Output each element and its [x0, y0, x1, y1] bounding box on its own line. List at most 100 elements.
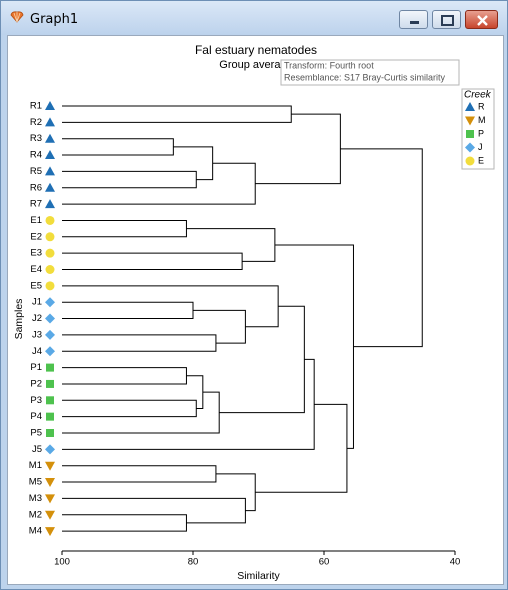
chart-title: Fal estuary nematodes [195, 43, 317, 57]
legend-label: M [478, 115, 486, 125]
sample-marker [45, 510, 55, 520]
sample-marker [46, 396, 54, 405]
sample-label: J2 [32, 313, 42, 324]
dendrogram-branch [186, 228, 276, 262]
dendrogram-branch [62, 170, 197, 189]
sample-marker [45, 346, 55, 357]
sample-label: E4 [30, 264, 42, 275]
sample-label: R6 [30, 182, 42, 193]
sample-label: E3 [30, 248, 42, 259]
dendrogram-branch [186, 375, 204, 409]
legend-marker [465, 156, 475, 166]
dendrogram-branch [62, 497, 246, 524]
maximize-button[interactable] [432, 10, 461, 29]
sample-marker [45, 248, 55, 258]
dendrogram-branch [62, 391, 220, 434]
sample-marker [45, 101, 55, 110]
x-axis-title: Similarity [237, 570, 280, 582]
sample-label: J5 [32, 444, 42, 455]
dendrogram-branch [62, 514, 187, 532]
dendrogram-branch [62, 334, 217, 352]
sample-marker [45, 313, 55, 324]
info-line: Resemblance: S17 Bray-Curtis similarity [284, 72, 446, 82]
sample-label: J4 [32, 346, 42, 357]
minimize-icon [410, 21, 419, 24]
sample-label: R5 [30, 166, 42, 177]
y-axis-title: Samples [13, 299, 25, 340]
sample-label: J1 [32, 297, 42, 308]
sample-marker [46, 363, 54, 372]
title-bar[interactable]: Graph1 [1, 1, 507, 35]
x-tick-label: 60 [319, 556, 330, 567]
legend-marker [466, 130, 474, 138]
sample-label: R7 [30, 199, 42, 210]
dendrogram-branch [340, 148, 423, 348]
dendrogram-branch [62, 105, 292, 123]
dendrogram-branch [62, 358, 315, 450]
x-tick-label: 40 [450, 556, 461, 567]
sample-marker [45, 199, 55, 209]
plot-area: Fal estuary nematodes Group average Transf… [7, 35, 504, 585]
dendrogram-branch [62, 219, 187, 238]
legend-label: E [478, 155, 484, 165]
minimize-button[interactable] [399, 10, 428, 29]
sample-marker [45, 444, 55, 455]
dendrogram-branch [62, 301, 194, 320]
sample-label: R3 [30, 133, 42, 144]
sample-marker [45, 133, 55, 143]
close-button[interactable] [465, 10, 498, 29]
sample-marker [45, 297, 55, 308]
sample-marker [45, 117, 55, 127]
sample-label: P2 [30, 378, 42, 389]
dendrogram-branch [62, 138, 174, 156]
dendrogram-branch [62, 465, 217, 483]
sample-marker [46, 412, 54, 421]
x-tick-label: 100 [54, 556, 70, 567]
dendrogram-branch [173, 146, 214, 181]
sample-label: E5 [30, 280, 42, 291]
dendrogram-branch [62, 162, 256, 205]
dendrogram-branch [219, 305, 305, 414]
graph-window: Graph1 Fal estuary nematodes Group averag… [0, 0, 508, 590]
info-line: Transform: Fourth root [284, 60, 374, 70]
dendrogram-branch [62, 399, 197, 418]
dendrogram-branch [62, 367, 187, 385]
sample-label: J3 [32, 329, 42, 340]
sample-marker [45, 215, 55, 225]
sample-label: M5 [29, 477, 42, 488]
dendrogram-branch [215, 473, 256, 512]
sample-marker [45, 265, 55, 274]
sample-label: P5 [30, 428, 42, 439]
sample-marker [46, 379, 54, 388]
sample-marker [46, 429, 54, 437]
sample-marker [45, 182, 55, 192]
sample-label: P4 [30, 411, 42, 422]
legend-label: P [478, 128, 484, 138]
dendrogram-branch [255, 113, 341, 185]
sample-marker [45, 150, 55, 160]
x-tick-label: 80 [188, 556, 199, 567]
sample-marker [45, 478, 55, 488]
legend-label: R [478, 101, 485, 111]
window-title: Graph1 [30, 12, 79, 27]
dendrogram-branch [62, 252, 243, 270]
sample-marker [45, 281, 55, 291]
sample-label: M2 [29, 509, 42, 520]
close-icon [477, 15, 488, 26]
maximize-icon [441, 15, 454, 26]
sample-label: P1 [30, 362, 42, 373]
dendrogram-chart: Fal estuary nematodesGroup averageTransf… [13, 43, 495, 582]
legend-title: Creek [464, 89, 492, 100]
sample-marker [45, 232, 55, 242]
sample-label: R4 [30, 150, 42, 161]
sample-label: E2 [30, 231, 42, 242]
sample-marker [45, 329, 55, 340]
shell-icon [10, 11, 24, 23]
sample-label: M1 [29, 460, 42, 471]
sample-label: P3 [30, 395, 42, 406]
sample-label: E1 [30, 215, 42, 226]
sample-marker [45, 461, 55, 471]
sample-label: R1 [30, 101, 42, 112]
legend-label: J [478, 142, 483, 152]
sample-label: M4 [29, 526, 42, 537]
